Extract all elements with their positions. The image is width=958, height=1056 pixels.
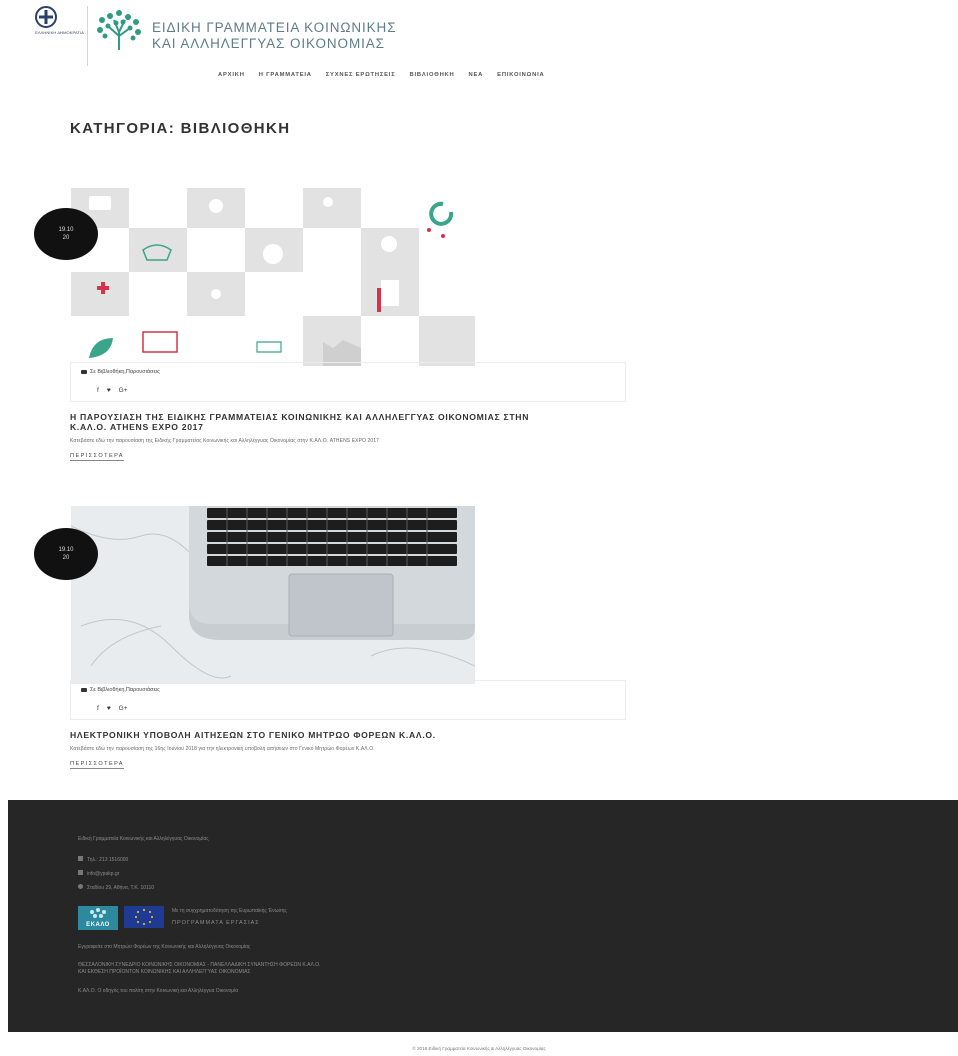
post-title-line-1: Η ΠΑΡΟΥΣΙΑΣΗ ΤΗΣ ΕΙΔΙΚΗΣ ΓΡΑΜΜΑΤΕΙΑΣ ΚΟΙ…: [70, 412, 530, 422]
post-card: Σε Βιβλιοθήκη,Παρουσιάσεις f ♥ G+ Η ΠΑΡΟ…: [70, 188, 626, 462]
nav-item-contact[interactable]: ΕΠΙΚΟΙΝΩΝΙΑ: [497, 72, 544, 78]
post-date-badge: 19.10 20: [34, 528, 98, 580]
post-meta: Σε Βιβλιοθήκη,Παρουσιάσεις f ♥ G+: [70, 362, 626, 402]
share-links: f ♥ G+: [97, 705, 128, 712]
twitter-icon[interactable]: ♥: [107, 387, 111, 394]
ekalo-logo[interactable]: ΕΚΑΛΟ: [78, 906, 118, 930]
nav-item-secretariat[interactable]: Η ΓΡΑΜΜΑΤΕΙΑ: [259, 72, 312, 78]
post-date: 19.10: [58, 227, 74, 233]
post-category-label: Σε Βιβλιοθήκη,Παρουσιάσεις: [90, 687, 160, 693]
post-image[interactable]: [71, 188, 475, 366]
eu-programs-text: ΠΡΟΓΡΑΜΜΑΤΑ ΕΡΓΑΣΙΑΣ: [172, 920, 260, 926]
eu-stars-icon: [135, 909, 153, 925]
footer-address: Σταδίου 29, Αθήνα, Τ.Κ. 10110: [78, 884, 154, 891]
footer-link-conference[interactable]: ΘΕΣΣΑΛΟΝΙΚΗ ΣΥΝΕΔΡΙΟ ΚΟΙΝΩΝΙΚΗΣ ΟΙΚΟΝΟΜΙ…: [78, 962, 320, 976]
share-links: f ♥ G+: [97, 387, 128, 394]
main-nav: ΑΡΧΙΚΗ Η ΓΡΑΜΜΑΤΕΙΑ ΣΥΧΝΕΣ ΕΡΩΤΗΣΕΙΣ ΒΙΒ…: [218, 72, 545, 78]
nav-item-library[interactable]: ΒΙΒΛΙΟΘΗΚΗ: [409, 72, 454, 78]
gov-logo-text: ΕΛΛΗΝΙΚΗ ΔΗΜΟΚΡΑΤΙΑ: [35, 30, 84, 35]
folder-icon: [81, 370, 87, 374]
facebook-icon[interactable]: f: [97, 387, 99, 394]
ekalo-label: ΕΚΑΛΟ: [86, 922, 110, 928]
footer-email-text: info@ypakp.gr: [87, 871, 120, 877]
footer-email[interactable]: info@ypakp.gr: [78, 870, 119, 877]
post-image[interactable]: [71, 506, 475, 684]
post-meta: Σε Βιβλιοθήκη,Παρουσιάσεις f ♥ G+: [70, 680, 626, 720]
nav-item-home[interactable]: ΑΡΧΙΚΗ: [218, 72, 245, 78]
tree-logo-icon[interactable]: [92, 8, 146, 57]
footer-conference-line-1: ΘΕΣΣΑΛΟΝΙΚΗ ΣΥΝΕΔΡΙΟ ΚΟΙΝΩΝΙΚΗΣ ΟΙΚΟΝΟΜΙ…: [78, 962, 321, 968]
gov-logo[interactable]: ΕΛΛΗΝΙΚΗ ΔΗΜΟΚΡΑΤΙΑ: [6, 6, 88, 66]
footer-link-guide[interactable]: Κ.ΑΛ.Ο. Ο οδηγός του πολίτη στην Κοινωνι…: [78, 988, 238, 994]
brand-line-2: ΚΑΙ ΑΛΛΗΛΕΓΓΥΑΣ ΟΙΚΟΝΟΜΙΑΣ: [152, 36, 385, 51]
footer-phone: Τηλ.: 213 1516000: [78, 856, 128, 863]
post-category-label: Σε Βιβλιοθήκη,Παρουσιάσεις: [90, 369, 160, 375]
phone-icon: [78, 856, 83, 861]
footer-conference-line-2: ΚΑΙ ΕΚΘΕΣΗ ΠΡΟΪΟΝΤΩΝ ΚΟΙΝΩΝΙΚΗΣ ΚΑΙ ΑΛΛΗ…: [78, 969, 251, 975]
nav-item-news[interactable]: ΝΕΑ: [469, 72, 484, 78]
post-title[interactable]: ΗΛΕΚΤΡΟΝΙΚΗ ΥΠΟΒΟΛΗ ΑΙΤΗΣΕΩΝ ΣΤΟ ΓΕΝΙΚΟ …: [70, 730, 626, 740]
footer-phone-text: Τηλ.: 213 1516000: [87, 857, 129, 863]
facebook-icon[interactable]: f: [97, 705, 99, 712]
location-icon: [78, 884, 83, 889]
post-title[interactable]: Η ΠΑΡΟΥΣΙΑΣΗ ΤΗΣ ΕΙΔΙΚΗΣ ΓΡΑΜΜΑΤΕΙΑΣ ΚΟΙ…: [70, 412, 626, 432]
nav-item-faq[interactable]: ΣΥΧΝΕΣ ΕΡΩΤΗΣΕΙΣ: [326, 72, 396, 78]
google-plus-icon[interactable]: G+: [119, 387, 128, 394]
eu-flag[interactable]: [124, 906, 164, 928]
read-more-link[interactable]: ΠΕΡΙΣΣΟΤΕΡΑ: [70, 453, 124, 461]
post-title-line-2: Κ.ΑΛ.Ο. ATHENS EXPO 2017: [70, 422, 204, 432]
page-title: ΚΑΤΗΓΟΡΙΑ: ΒΙΒΛΙΟΘΗΚΗ: [70, 120, 291, 137]
post-year: 20: [62, 555, 70, 561]
coat-of-arms-icon: [35, 6, 57, 28]
twitter-icon[interactable]: ♥: [107, 705, 111, 712]
post-date-badge: 19.10 20: [34, 208, 98, 260]
footer-heading: Ειδική Γραμματεία Κοινωνικής και Αλληλέγ…: [78, 836, 209, 842]
brand-name[interactable]: ΕΙΔΙΚΗ ΓΡΑΜΜΑΤΕΙΑ ΚΟΙΝΩΝΙΚΗΣ ΚΑΙ ΑΛΛΗΛΕΓ…: [152, 20, 396, 52]
footer-address-text: Σταδίου 29, Αθήνα, Τ.Κ. 10110: [87, 885, 155, 891]
post-year: 20: [62, 235, 70, 241]
post-date: 19.10: [58, 547, 74, 553]
post-excerpt: Κατεβάστε εδώ την παρουσίαση της Ειδικής…: [70, 438, 380, 444]
post-title-line-1: ΗΛΕΚΤΡΟΝΙΚΗ ΥΠΟΒΟΛΗ ΑΙΤΗΣΕΩΝ ΣΤΟ ΓΕΝΙΚΟ …: [70, 730, 436, 740]
brand-line-1: ΕΙΔΙΚΗ ΓΡΑΜΜΑΤΕΙΑ ΚΟΙΝΩΝΙΚΗΣ: [152, 20, 397, 35]
post-category[interactable]: Σε Βιβλιοθήκη,Παρουσιάσεις: [81, 369, 160, 375]
folder-icon: [81, 688, 87, 692]
copyright: © 2018 Ειδική Γραμματεία Κοινωνικής & Αλ…: [412, 1046, 546, 1051]
post-excerpt: Κατεβάστε εδώ την παρουσίαση της 16ης Ιο…: [70, 746, 375, 752]
eu-cofunding-text: Με τη συγχρηματοδότηση της Ευρωπαϊκής Έν…: [172, 908, 287, 914]
site-header: ΕΛΛΗΝΙΚΗ ΔΗΜΟΚΡΑΤΙΑ ΕΙΔΙΚΗ ΓΡΑΜΜΑΤΕΙΑ ΚΟ…: [0, 0, 958, 100]
google-plus-icon[interactable]: G+: [119, 705, 128, 712]
read-more-link[interactable]: ΠΕΡΙΣΣΟΤΕΡΑ: [70, 761, 124, 769]
post-category[interactable]: Σε Βιβλιοθήκη,Παρουσιάσεις: [81, 687, 160, 693]
footer-link-registry[interactable]: Εγγραφείτε στο Μητρώο Φορέων της Κοινωνι…: [78, 944, 250, 950]
printer-icon: [78, 870, 83, 875]
post-card: Σε Βιβλιοθήκη,Παρουσιάσεις f ♥ G+ ΗΛΕΚΤΡ…: [70, 506, 626, 770]
